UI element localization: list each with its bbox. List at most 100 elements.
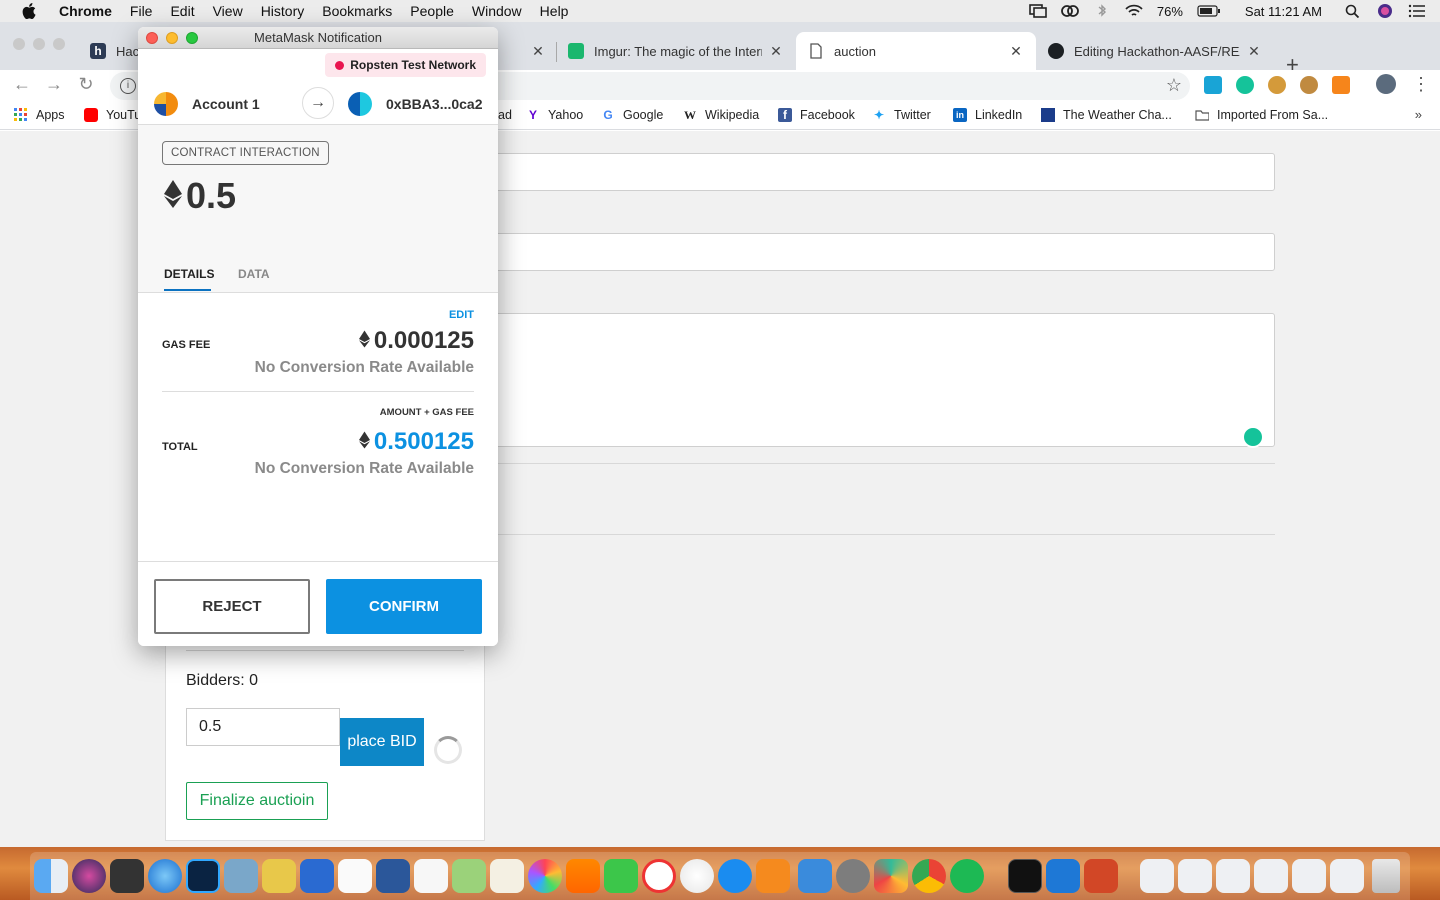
trash-icon[interactable] [1372,859,1400,893]
close-tab-icon[interactable]: ✕ [768,43,784,60]
tab-data[interactable]: DATA [238,267,270,281]
to-account[interactable]: 0xBBA3...0ca2 [348,82,483,125]
menu-file[interactable]: File [130,3,153,19]
place-bid-button[interactable]: place BID [340,718,424,766]
auction-text-field-2[interactable] [480,233,1275,271]
powerpoint-icon[interactable] [1084,859,1118,893]
vlc-icon[interactable] [566,859,600,893]
chrome-menu-icon[interactable]: ⋮ [1412,74,1430,95]
creative-cloud-icon[interactable] [1060,4,1079,18]
close-tab-icon[interactable]: ✕ [1008,43,1024,60]
word-icon[interactable] [376,859,410,893]
extension-icon[interactable] [1300,76,1318,94]
reminders-icon[interactable] [414,859,448,893]
screen-share-icon[interactable] [1029,4,1047,18]
bookmark-youtube[interactable]: YouTu [84,108,141,122]
edit-gas-link[interactable]: EDIT [449,309,474,321]
bookmark-weather[interactable]: The Weather Cha... [1041,108,1172,122]
tab-github[interactable]: Editing Hackathon-AASF/README ✕ [1036,32,1274,70]
bookmark-wikipedia[interactable]: W Wikipedia [683,108,759,123]
window-zoom-button[interactable] [53,38,65,50]
grammarly-icon[interactable] [1236,76,1254,94]
facetime-icon[interactable] [604,859,638,893]
itunes-icon[interactable] [680,859,714,893]
bookmark-star-icon[interactable]: ☆ [1166,75,1182,96]
network-selector[interactable]: Ropsten Test Network [325,53,486,77]
piano-app-icon[interactable] [110,859,144,893]
mm-minimize-button[interactable] [166,32,178,44]
spotlight-search-icon[interactable] [1344,4,1362,19]
from-account[interactable]: Account 1 [154,82,260,125]
pinwheel-app-icon[interactable] [874,859,908,893]
safari-icon[interactable] [148,859,182,893]
menu-view[interactable]: View [213,3,243,19]
screenshot-thumbnail-icon[interactable] [1330,859,1364,893]
cookie-icon[interactable] [1268,76,1286,94]
confirm-button[interactable]: CONFIRM [326,579,482,634]
screenshot-thumbnail-icon[interactable] [1216,859,1250,893]
chrome-dock-icon[interactable] [912,859,946,893]
mm-zoom-button[interactable] [186,32,198,44]
profile-avatar[interactable] [1376,74,1396,94]
menu-history[interactable]: History [261,3,305,19]
apple-icon[interactable] [20,2,38,20]
screenshot-thumbnail-icon[interactable] [1292,859,1326,893]
maps-icon[interactable] [452,859,486,893]
bookmark-apps[interactable]: Apps [14,108,65,122]
migration-icon[interactable] [798,859,832,893]
app-store-icon[interactable] [718,859,752,893]
extension-translate-icon[interactable] [1204,76,1222,94]
menubar-clock[interactable]: Sat 11:21 AM [1245,4,1322,19]
news-icon[interactable] [642,859,676,893]
spotify-icon[interactable] [950,859,984,893]
textedit-icon[interactable] [490,859,524,893]
bookmark-twitter[interactable]: ✦ Twitter [872,108,931,122]
bluetooth-icon[interactable] [1093,4,1111,18]
mm-close-button[interactable] [146,32,158,44]
books-icon[interactable] [756,859,790,893]
menu-window[interactable]: Window [472,3,522,19]
window-close-button[interactable] [13,38,25,50]
close-tab-icon[interactable]: ✕ [1246,43,1262,60]
finalize-auction-button[interactable]: Finalize auctioin [186,782,328,820]
calendar-icon[interactable] [338,859,372,893]
siri-icon[interactable] [1376,4,1394,18]
bookmark-yahoo[interactable]: Y Yahoo [526,108,583,122]
site-info-icon[interactable]: i [120,78,136,94]
reload-icon[interactable]: ↻ [74,74,98,95]
screenshot-thumbnail-icon[interactable] [1178,859,1212,893]
window-minimize-button[interactable] [33,38,45,50]
menu-edit[interactable]: Edit [170,3,194,19]
app-frame-icon[interactable] [300,859,334,893]
forward-icon[interactable]: → [42,74,66,95]
tab-imgur[interactable]: Imgur: The magic of the Internet ✕ [556,32,796,70]
finder-icon[interactable] [34,859,68,893]
xcode-icon[interactable] [1046,859,1080,893]
preview-icon[interactable] [224,859,258,893]
terminal-icon[interactable] [1008,859,1042,893]
menu-people[interactable]: People [410,3,454,19]
reject-button[interactable]: REJECT [154,579,310,634]
auction-textarea[interactable] [480,313,1275,448]
tab-auction[interactable]: auction ✕ [796,32,1036,70]
bookmark-facebook[interactable]: f Facebook [778,108,855,122]
back-icon[interactable]: ← [10,74,34,95]
menu-app-name[interactable]: Chrome [59,3,112,19]
bookmark-google[interactable]: G Google [601,108,663,122]
metamask-icon[interactable] [1332,76,1350,94]
wifi-icon[interactable] [1125,4,1143,18]
siri-dock-icon[interactable] [72,859,106,893]
photos-icon[interactable] [528,859,562,893]
tab-details[interactable]: DETAILS [164,267,214,281]
screenshot-thumbnail-icon[interactable] [1140,859,1174,893]
bookmark-partial[interactable]: ad [498,108,512,122]
bookmarks-overflow-icon[interactable]: » [1415,107,1422,122]
game-app-icon[interactable] [262,859,296,893]
menu-bookmarks[interactable]: Bookmarks [322,3,392,19]
battery-icon[interactable] [1197,4,1221,18]
close-tab-icon[interactable]: ✕ [530,43,546,60]
notification-center-icon[interactable] [1408,4,1426,18]
grammarly-badge-icon[interactable] [1242,426,1264,448]
bid-amount-input[interactable] [186,708,340,746]
menu-help[interactable]: Help [540,3,569,19]
